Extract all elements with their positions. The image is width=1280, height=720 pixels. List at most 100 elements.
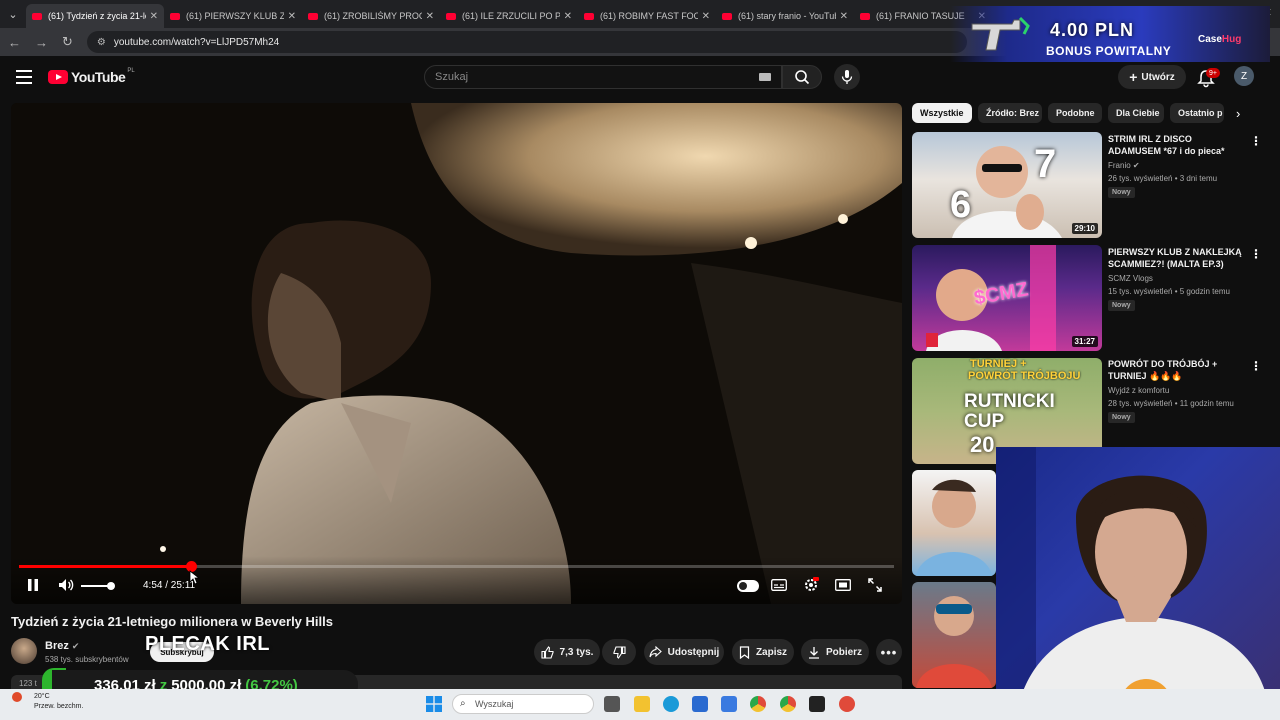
account-avatar[interactable]: Z — [1234, 66, 1254, 86]
address-bar[interactable]: ⚙ youtube.com/watch?v=LlJPD57Mh24 — [86, 31, 967, 53]
autoplay-toggle[interactable] — [737, 580, 759, 592]
video-player[interactable]: 4:54 / 25:11 — [11, 103, 902, 604]
taskbar-search[interactable]: ⌕ Wyszukaj — [452, 694, 594, 714]
chip-related[interactable]: Podobne — [1048, 103, 1102, 123]
like-count: 7,3 tys. — [559, 646, 594, 658]
weather-temp: 20°C — [34, 693, 50, 700]
forward-icon[interactable]: → — [35, 35, 48, 50]
outlook-icon[interactable] — [721, 696, 737, 712]
rec-thumbnail-5-image — [916, 596, 992, 688]
site-info-icon[interactable]: ⚙ — [97, 37, 106, 48]
browser-tab[interactable]: (61) Tydzień z życia 21-letniego ✕ — [26, 4, 164, 28]
tab-close-icon[interactable]: ✕ — [288, 11, 296, 22]
tab-close-icon[interactable]: ✕ — [426, 11, 434, 22]
save-button[interactable]: Zapisz — [732, 639, 794, 665]
chip-from-brez[interactable]: Źródło: Brez — [978, 103, 1042, 123]
channel-avatar[interactable] — [11, 638, 37, 664]
view-count-partial: 123 t — [19, 679, 37, 688]
dislike-button[interactable] — [602, 639, 636, 665]
more-actions-button[interactable]: ••• — [876, 639, 902, 665]
edge-icon[interactable] — [663, 696, 679, 712]
chrome-icon-2[interactable] — [780, 696, 796, 712]
rec-2-more-icon[interactable]: ⋮ — [1250, 247, 1262, 261]
reload-icon[interactable]: ↻ — [62, 34, 73, 50]
share-button[interactable]: Udostępnij — [644, 639, 724, 665]
taskbar-weather[interactable]: 20°C Przew. bezchm. — [34, 692, 83, 712]
file-explorer-icon[interactable] — [634, 696, 650, 712]
channel-name[interactable]: Brez ✔ — [45, 640, 79, 652]
app-icon[interactable] — [839, 696, 855, 712]
rec-1-title[interactable]: STRIM IRL Z DISCO ADAMUSEM *67 i do piec… — [1108, 133, 1246, 157]
notification-count-badge: 9+ — [1206, 68, 1220, 78]
rec-1-channel-text: Franio — [1108, 161, 1131, 170]
rec-2-meta: 15 tys. wyświetleń • 5 godzin temu — [1108, 287, 1230, 296]
progress-bar[interactable] — [19, 561, 894, 572]
youtube-favicon-icon — [32, 12, 42, 20]
task-view-icon[interactable] — [604, 696, 620, 712]
youtube-favicon-icon — [446, 12, 456, 20]
rec-3-more-icon[interactable]: ⋮ — [1250, 359, 1262, 373]
subtitles-button[interactable] — [771, 578, 787, 592]
rec-3-meta: 28 tys. wyświetleń • 11 godzin temu — [1108, 399, 1234, 408]
rec-3-channel[interactable]: Wyjdź z komfortu — [1108, 386, 1169, 395]
tab-close-icon[interactable]: ✕ — [564, 11, 572, 22]
weather-desc: Przew. bezchm. — [34, 703, 84, 710]
tab-search-chevron-icon[interactable]: ⌄ — [0, 0, 26, 28]
windows-start-icon[interactable] — [426, 696, 442, 712]
rec-2-new-badge: Nowy — [1108, 300, 1135, 311]
search-input[interactable]: Szukaj — [424, 65, 782, 89]
fullscreen-button[interactable] — [867, 577, 883, 593]
download-label: Pobierz — [825, 646, 863, 658]
promo-brand: CaseHug — [1198, 34, 1241, 45]
browser-tab[interactable]: (61) ROBIMY FAST FOOD ✕ — [578, 4, 716, 28]
store-icon[interactable] — [692, 696, 708, 712]
stream-overlay-title: PLECAK IRL — [145, 633, 270, 655]
chrome-icon[interactable] — [750, 696, 766, 712]
voice-search-button[interactable] — [834, 64, 860, 90]
tab-close-icon[interactable]: ✕ — [702, 11, 710, 22]
chip-recently[interactable]: Ostatnio p — [1170, 103, 1224, 123]
pause-icon — [28, 579, 38, 591]
rec-thumbnail-5[interactable] — [912, 582, 996, 688]
tab-title: (61) Tydzień z życia 21-letniego — [48, 11, 146, 21]
rec-1-channel[interactable]: Franio ✔ — [1108, 161, 1140, 170]
browser-tab[interactable]: (61) ZROBILIŚMY PROGR ✕ — [302, 4, 440, 28]
rec-3-title[interactable]: POWRÓT DO TRÓJBÓJ + TURNIEJ 🔥🔥🔥 — [1108, 358, 1246, 382]
rec-3-overlay-year: 20 — [970, 432, 995, 457]
browser-tab[interactable]: (61) PIERWSZY KLUB Z NA ✕ — [164, 4, 302, 28]
share-icon — [649, 646, 662, 658]
chips-next-chevron-icon[interactable]: › — [1236, 106, 1240, 121]
promo-label: BONUS POWITALNY — [1046, 44, 1172, 58]
volume-knob[interactable] — [107, 582, 115, 590]
volume-button[interactable] — [57, 577, 75, 593]
rec-1-more-icon[interactable]: ⋮ — [1250, 134, 1262, 148]
browser-tab[interactable]: (61) stary franio - YouTube ✕ — [716, 4, 854, 28]
tab-close-icon[interactable]: ✕ — [840, 11, 848, 22]
like-button[interactable]: 7,3 tys. — [534, 639, 600, 665]
rec-2-title[interactable]: PIERWSZY KLUB Z NAKLEJKĄ SCAMMIEZ?! (MAL… — [1108, 246, 1246, 270]
epic-games-icon[interactable] — [809, 696, 825, 712]
theater-mode-button[interactable] — [835, 578, 851, 592]
create-button[interactable]: + Utwórz — [1118, 65, 1186, 89]
chip-all[interactable]: Wszystkie — [912, 103, 972, 123]
menu-icon[interactable] — [16, 70, 32, 84]
download-button[interactable]: Pobierz — [801, 639, 869, 665]
rec-thumbnail-4[interactable] — [912, 470, 996, 576]
rec-thumbnail-2[interactable]: $CMZ 31:27 — [912, 245, 1102, 351]
promo-brand-b: Hug — [1221, 34, 1242, 45]
settings-button[interactable] — [803, 577, 819, 593]
pause-button[interactable] — [25, 577, 41, 593]
casehug-promo-banner: 4.00 PLN BONUS POWITALNY CaseHug — [950, 6, 1270, 62]
rec-2-channel[interactable]: SCMZ Vlogs — [1108, 274, 1153, 283]
keyboard-icon[interactable] — [759, 73, 771, 81]
progress-fill — [19, 565, 191, 568]
browser-tab[interactable]: (61) ILE ZRZUCILI PO PIER ✕ — [440, 4, 578, 28]
search-button[interactable] — [782, 65, 822, 89]
rec-3-overlay-cup: RUTNICKI CUP — [964, 391, 1055, 432]
back-icon[interactable]: ← — [8, 35, 21, 50]
rec-1-overlay-num-a: 6 — [950, 184, 972, 226]
youtube-logo[interactable]: YouTube PL — [48, 68, 135, 85]
rec-thumbnail-1[interactable]: 6 7 29:10 — [912, 132, 1102, 238]
chip-for-you[interactable]: Dla Ciebie — [1108, 103, 1164, 123]
tab-close-icon[interactable]: ✕ — [150, 11, 158, 22]
